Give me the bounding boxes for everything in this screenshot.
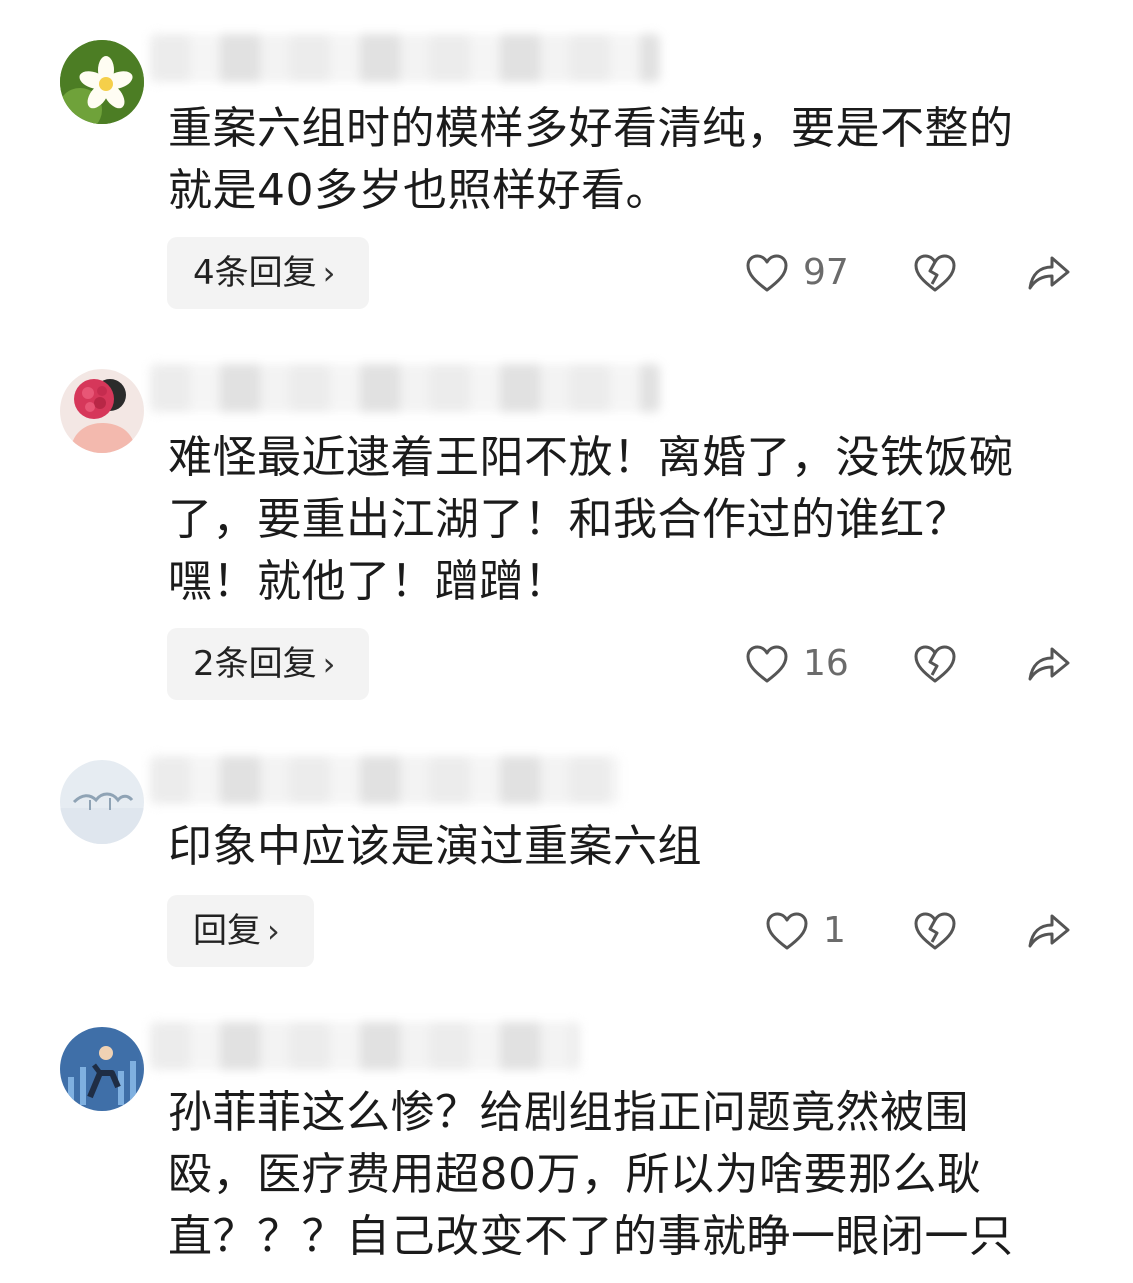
- comment-text-line: 就是40多岁也照样好看。: [168, 165, 670, 216]
- chevron-right-icon: ›: [322, 254, 336, 292]
- comment-text-line: 印象中应该是演过重案六组: [168, 821, 702, 872]
- comment-text-line: 殴，医疗费用超80万，所以为啥要那么耿: [168, 1149, 982, 1200]
- heart-outline-icon: [746, 254, 788, 291]
- chevron-right-icon: ›: [322, 645, 336, 683]
- heart-outline-icon: [766, 912, 808, 949]
- reply-label: 4条回复: [193, 253, 317, 293]
- like-count: 97: [803, 252, 849, 293]
- avatar-image: [60, 369, 144, 453]
- flower-avatar-image: [60, 40, 144, 124]
- chevron-right-icon: ›: [267, 912, 280, 950]
- comment-text: 孙菲菲这么惨？给剧组指正问题竟然被围 殴，医疗费用超80万，所以为啥要那么耿 直…: [168, 1082, 1073, 1268]
- broken-heart-icon[interactable]: [913, 643, 957, 685]
- like-count: 1: [823, 910, 846, 951]
- comment-text-line: 难怪最近逮着王阳不放！离婚了，没铁饭碗: [168, 432, 1014, 483]
- comment-text-line: 孙菲菲这么惨？给剧组指正问题竟然被围: [168, 1087, 969, 1138]
- comment-text-line: 直？？？自己改变不了的事就睁一眼闭一只: [168, 1211, 1014, 1262]
- view-replies-button[interactable]: 2条回复 ›: [167, 628, 369, 700]
- reply-button[interactable]: 回复 ›: [167, 895, 314, 967]
- broken-heart-icon[interactable]: [913, 252, 957, 294]
- username-blurred[interactable]: [150, 1022, 580, 1070]
- comment-text-line: 重案六组时的模样多好看清纯，要是不整的: [168, 103, 1014, 154]
- view-replies-button[interactable]: 4条回复 ›: [167, 237, 369, 309]
- avatar[interactable]: [60, 760, 144, 844]
- avatar[interactable]: [60, 40, 144, 124]
- share-arrow-icon[interactable]: [1026, 252, 1072, 292]
- comment-text: 印象中应该是演过重案六组: [168, 816, 1073, 878]
- avatar-image: [60, 760, 144, 844]
- share-arrow-icon[interactable]: [1026, 643, 1072, 683]
- comment-text: 重案六组时的模样多好看清纯，要是不整的 就是40多岁也照样好看。: [168, 98, 1073, 222]
- share-arrow-icon[interactable]: [1026, 910, 1072, 950]
- like-button[interactable]: 16: [745, 643, 849, 684]
- broken-heart-icon[interactable]: [913, 910, 957, 952]
- reply-label: 回复: [193, 911, 261, 951]
- comment-text-line: 嘿！就他了！蹭蹭！: [168, 556, 569, 607]
- comment-text-line: 了，要重出江湖了！和我合作过的谁红？: [168, 494, 969, 545]
- like-button[interactable]: 97: [745, 252, 849, 293]
- username-blurred[interactable]: [150, 756, 620, 804]
- avatar[interactable]: [60, 1027, 144, 1111]
- reply-label: 2条回复: [193, 644, 317, 684]
- like-button[interactable]: 1: [765, 910, 846, 951]
- comment-text: 难怪最近逮着王阳不放！离婚了，没铁饭碗 了，要重出江湖了！和我合作过的谁红？ 嘿…: [168, 427, 1073, 613]
- username-blurred[interactable]: [150, 34, 660, 82]
- username-blurred[interactable]: [150, 364, 660, 412]
- like-count: 16: [803, 643, 849, 684]
- avatar-image: [60, 1027, 144, 1111]
- heart-outline-icon: [746, 645, 788, 682]
- avatar[interactable]: [60, 369, 144, 453]
